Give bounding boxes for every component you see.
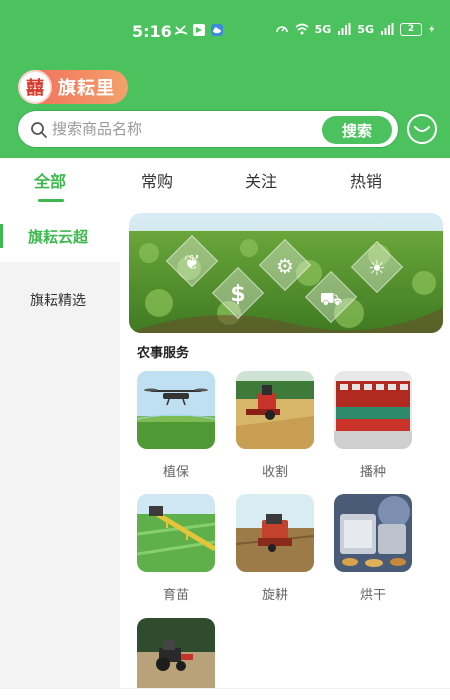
sidebar-item-label: 旗耘精选 (30, 293, 86, 309)
active-tab-indicator (38, 199, 64, 202)
brand-logo: 囍 (18, 70, 52, 104)
chat-icon[interactable] (406, 113, 438, 145)
svg-text:❦: ❦ (184, 250, 201, 274)
header: 5:16 5G 5G 2 囍 旗耘里 搜索 (0, 0, 450, 158)
search-button[interactable]: 搜索 (322, 116, 392, 144)
drone-image (137, 371, 215, 449)
svg-text:⚙: ⚙ (276, 254, 294, 278)
missed-call-icon (174, 25, 188, 35)
service-seeding[interactable]: 播种 (333, 371, 413, 480)
svg-text:☀: ☀ (368, 256, 386, 280)
signal-5g-label-1: 5G (314, 22, 332, 36)
service-label: 收割 (261, 465, 288, 480)
charging-icon (429, 25, 435, 33)
rotary-tiller-image (236, 494, 314, 572)
sidebar-active-indicator (0, 224, 3, 248)
brand-name: 旗耘里 (58, 78, 115, 99)
service-label: 播种 (359, 465, 386, 480)
status-system-icons: 5G 5G 2 (275, 22, 436, 36)
harvester-image (236, 371, 314, 449)
service-label: 植保 (162, 465, 189, 480)
service-label: 旋耕 (261, 588, 288, 603)
brand-badge[interactable]: 囍 旗耘里 (18, 70, 128, 104)
seeder-image (334, 371, 412, 449)
signal-bars-icon (381, 23, 394, 35)
service-seedling[interactable]: 育苗 (136, 494, 216, 603)
tab-frequent[interactable]: 常购 (141, 168, 173, 192)
sidebar-item-qiyun-supermarket[interactable]: 旗耘云超 (0, 210, 120, 262)
section-title: 农事服务 (137, 346, 190, 361)
tab-hot-sales[interactable]: 热销 (350, 168, 382, 192)
service-label: 烘干 (359, 588, 386, 603)
tab-all[interactable]: 全部 (34, 168, 66, 192)
service-rotary-tillage[interactable]: 旋耕 (235, 494, 315, 603)
search-icon (31, 122, 47, 138)
service-tractor[interactable] (136, 618, 216, 696)
bottom-nav (0, 688, 450, 700)
signal-bars-icon (338, 23, 351, 35)
sidebar: 旗耘云超 旗耘精选 (0, 210, 120, 700)
service-drying[interactable]: 烘干 (333, 494, 413, 603)
sidebar-item-qiyun-selection[interactable]: 旗耘精选 (0, 274, 120, 326)
status-notification-icons (174, 23, 224, 37)
signal-5g-label-2: 5G (357, 22, 374, 36)
app-notification-icon (193, 24, 205, 36)
wifi-icon (295, 23, 309, 35)
cloud-notification-icon (211, 24, 223, 36)
tab-following[interactable]: 关注 (245, 168, 277, 192)
svg-text:$: $ (230, 282, 245, 307)
service-label: 育苗 (162, 588, 189, 603)
search-input[interactable] (52, 120, 312, 138)
search-bar[interactable]: 搜索 (18, 111, 398, 147)
status-bar: 5:16 5G 5G 2 (0, 0, 450, 62)
service-plant-protection[interactable]: 植保 (136, 371, 216, 480)
status-time: 5:16 (132, 22, 172, 41)
seedling-field-image (137, 494, 215, 572)
service-harvest[interactable]: 收割 (235, 371, 315, 480)
svg-text:⛟: ⛟ (320, 289, 343, 310)
banner-farm-image: ❦ $ ⚙ ⛟ ☀ (129, 213, 443, 333)
dryer-image (334, 494, 412, 572)
tractor-image (137, 618, 215, 696)
promo-banner[interactable]: ❦ $ ⚙ ⛟ ☀ (129, 213, 443, 333)
battery-icon: 2 (400, 22, 422, 36)
category-tabs: 全部 常购 关注 热销 (0, 158, 450, 210)
main-content: ❦ $ ⚙ ⛟ ☀ 农事服务 植保 收割 播种 育苗 旋耕 烘干 (120, 210, 450, 700)
speed-meter-icon (275, 26, 288, 33)
sidebar-item-label: 旗耘云超 (28, 227, 89, 246)
